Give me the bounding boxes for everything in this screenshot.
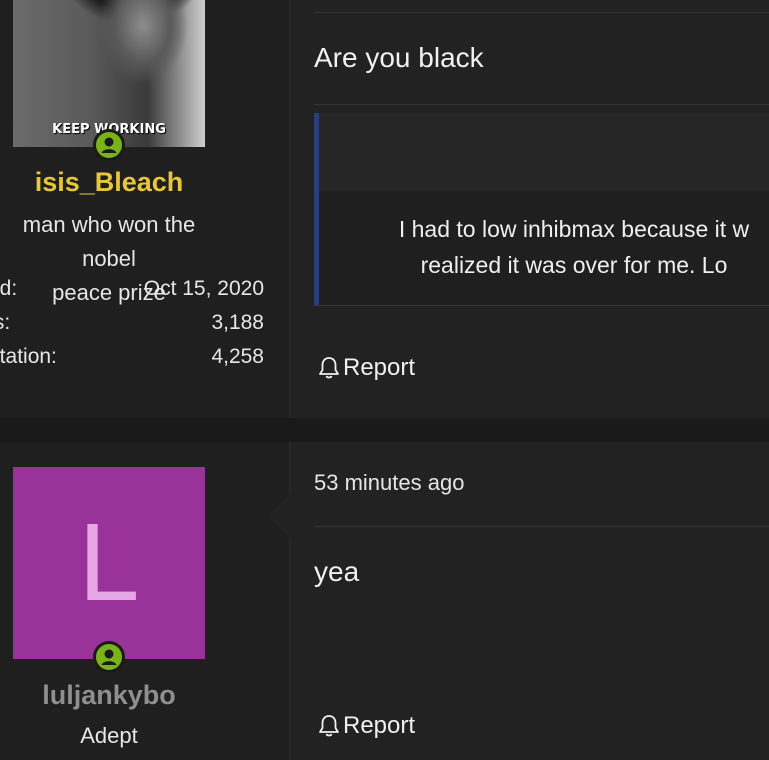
quote-content: I had to low inhibmax because it w reali… xyxy=(319,191,769,305)
report-label: Report xyxy=(343,354,416,381)
post-user-column: KEEP WORKING isis_Bleach man who won the… xyxy=(0,0,290,418)
quote-line: realized it was over for me. Lo xyxy=(420,252,728,278)
stat-label: utation: xyxy=(0,345,57,368)
post-message: Are you black xyxy=(314,42,484,73)
stat-value: Oct 15, 2020 xyxy=(143,277,264,300)
avatar-image[interactable]: KEEP WORKING xyxy=(13,0,205,147)
report-button[interactable]: Report xyxy=(318,354,415,382)
avatar-letter[interactable]: L xyxy=(13,467,205,659)
user-online-icon xyxy=(93,129,125,161)
user-online-icon xyxy=(93,641,125,673)
stat-value: 4,258 xyxy=(211,345,264,368)
post-arrow xyxy=(268,494,290,538)
post-message: yea xyxy=(314,556,360,587)
quote-header[interactable] xyxy=(319,113,769,191)
stat-label: ts: xyxy=(0,311,11,334)
stat-label: ed: xyxy=(0,277,18,300)
post-timestamp[interactable]: 53 minutes ago xyxy=(314,470,464,496)
post-divider xyxy=(314,104,769,105)
username[interactable]: luljankybo xyxy=(0,680,218,711)
post-content: 53 minutes ago yea Report xyxy=(290,442,769,760)
report-button[interactable]: Report xyxy=(318,712,415,740)
user-title: Adept xyxy=(80,723,138,748)
post: L luljankybo Adept 53 minutes ago yea Re… xyxy=(0,442,769,760)
post-divider xyxy=(314,12,769,13)
post-divider xyxy=(314,305,769,306)
thread-page: KEEP WORKING isis_Bleach man who won the… xyxy=(0,0,769,760)
avatar[interactable]: L xyxy=(13,467,205,673)
post: KEEP WORKING isis_Bleach man who won the… xyxy=(0,0,769,418)
post-user-column: L luljankybo Adept xyxy=(0,442,290,760)
bell-icon xyxy=(319,715,339,737)
report-label: Report xyxy=(343,712,416,739)
bell-icon xyxy=(319,357,339,379)
username[interactable]: isis_Bleach xyxy=(0,167,218,198)
stat-posts: ts: 3,188 xyxy=(0,311,264,345)
quote-line: I had to low inhibmax because it w xyxy=(398,216,750,242)
post-divider xyxy=(314,526,769,527)
avatar[interactable]: KEEP WORKING xyxy=(13,0,205,161)
quote-block: I had to low inhibmax because it w reali… xyxy=(314,113,769,305)
post-content: Are you black I had to low inhibmax beca… xyxy=(290,0,769,418)
stat-value: 3,188 xyxy=(211,311,264,334)
user-title-line: man who won the nobel xyxy=(22,212,196,271)
stat-joined: ed: Oct 15, 2020 xyxy=(0,277,264,311)
stat-reputation: utation: 4,258 xyxy=(0,345,264,379)
